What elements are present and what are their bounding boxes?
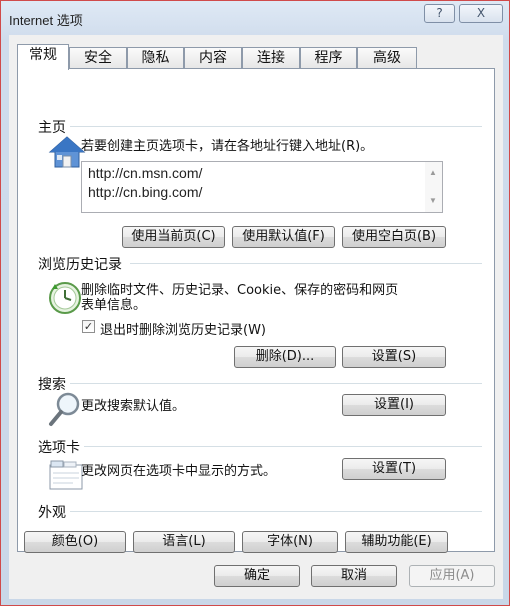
search-settings-button[interactable]: 设置(I): [342, 394, 446, 416]
use-current-button[interactable]: 使用当前页(C): [122, 226, 225, 248]
home-description: 若要创建主页选项卡，请在各地址行键入地址(R)。: [81, 139, 374, 154]
home-page-address-box[interactable]: http://cn.msn.com/ http://cn.bing.com/ ▲…: [81, 161, 443, 213]
magnifier-icon: [49, 392, 80, 426]
delete-history-button[interactable]: 删除(D)...: [234, 346, 336, 368]
group-divider: [70, 446, 482, 447]
tab-content[interactable]: 内容: [184, 47, 242, 69]
history-group-title: 浏览历史记录: [38, 254, 126, 274]
appearance-group-title: 外观: [38, 502, 70, 522]
search-description: 更改搜索默认值。: [81, 399, 186, 414]
fonts-button[interactable]: 字体(N): [242, 531, 338, 553]
title-bar[interactable]: Internet 选项 ? X: [1, 1, 509, 35]
delete-on-exit-label[interactable]: 退出时删除浏览历史记录(W): [100, 319, 266, 338]
use-default-button[interactable]: 使用默认值(F): [232, 226, 335, 248]
group-divider: [56, 511, 482, 512]
scroll-down-icon[interactable]: ▼: [429, 196, 437, 205]
cancel-button[interactable]: 取消: [311, 565, 397, 587]
general-tab-panel: 主页 若要创建主页选项卡，请在各地址行键入地址(R)。 http://cn.ms…: [17, 68, 495, 553]
window-title: Internet 选项: [9, 13, 83, 28]
history-settings-button[interactable]: 设置(S): [342, 346, 446, 368]
tabs-settings-button[interactable]: 设置(T): [342, 458, 446, 480]
dialog-client-area: 常规 安全 隐私 内容 连接 程序 高级 主页 若要创建主页选项卡，请在各地址行…: [9, 35, 503, 599]
help-button[interactable]: ?: [424, 4, 455, 23]
history-clock-icon: [49, 282, 81, 314]
languages-button[interactable]: 语言(L): [133, 531, 235, 553]
delete-on-exit-checkbox[interactable]: ✓: [82, 320, 95, 333]
tab-connections[interactable]: 连接: [242, 47, 300, 69]
group-divider: [56, 383, 482, 384]
tab-security[interactable]: 安全: [69, 47, 127, 69]
home-group-title: 主页: [38, 117, 70, 137]
accessibility-button[interactable]: 辅助功能(E): [345, 531, 448, 553]
history-description-line2: 表单信息。: [81, 298, 147, 313]
tab-programs[interactable]: 程序: [300, 47, 357, 69]
close-button[interactable]: X: [459, 4, 503, 23]
apply-button[interactable]: 应用(A): [409, 565, 495, 587]
address-scrollbar[interactable]: ▲ ▼: [425, 162, 442, 212]
internet-options-dialog: Internet 选项 ? X 常规 安全 隐私 内容 连接 程序 高级 主页 …: [0, 0, 510, 606]
colors-button[interactable]: 颜色(O): [24, 531, 126, 553]
tabs-group-title: 选项卡: [38, 437, 84, 457]
tab-general[interactable]: 常规: [17, 44, 69, 70]
scroll-up-icon[interactable]: ▲: [429, 168, 437, 177]
tabs-description: 更改网页在选项卡中显示的方式。: [81, 464, 277, 479]
use-blank-button[interactable]: 使用空白页(B): [342, 226, 446, 248]
tabs-icon: [49, 460, 83, 490]
tab-privacy[interactable]: 隐私: [127, 47, 184, 69]
home-url-2: http://cn.bing.com/: [88, 184, 203, 200]
ok-button[interactable]: 确定: [214, 565, 300, 587]
group-divider: [130, 263, 482, 264]
group-divider: [56, 126, 482, 127]
home-url-1: http://cn.msn.com/: [88, 165, 203, 181]
tab-advanced[interactable]: 高级: [357, 47, 417, 69]
